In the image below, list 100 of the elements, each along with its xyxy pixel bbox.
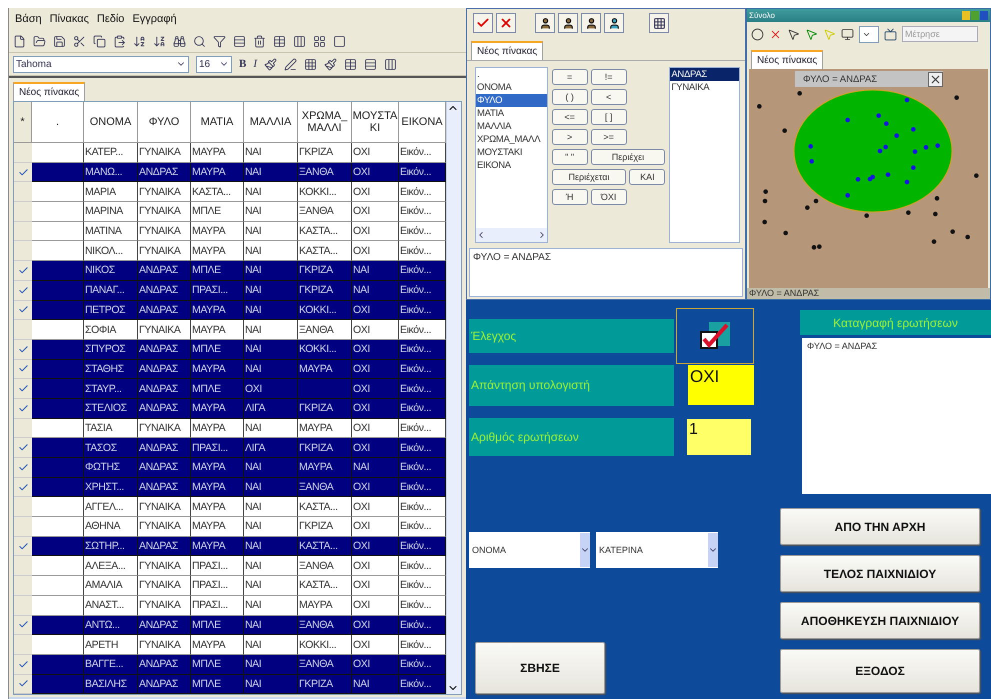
operator-button[interactable]: <=	[552, 109, 588, 125]
border-icon[interactable]	[304, 58, 318, 70]
game-button[interactable]: ΕΞΟΔΟΣ	[780, 649, 980, 693]
operator-button[interactable]: >=	[590, 129, 627, 145]
operator-button[interactable]: !=	[590, 69, 627, 85]
display-icon[interactable]	[841, 28, 854, 40]
person-icon[interactable]	[581, 13, 601, 33]
row-selector[interactable]	[14, 300, 32, 320]
form-icon[interactable]	[333, 34, 346, 48]
tab[interactable]: Νέος πίνακας	[751, 50, 824, 69]
table-icon[interactable]	[649, 13, 669, 33]
row-selector[interactable]	[14, 280, 32, 300]
tab[interactable]: Νέος πίνακας	[13, 82, 86, 101]
operator-button[interactable]: >	[552, 129, 588, 145]
window-controls-icon[interactable]	[962, 11, 988, 20]
row-selector[interactable]	[14, 654, 32, 675]
font-select[interactable]: Tahoma	[13, 56, 189, 72]
rows-icon[interactable]	[233, 34, 246, 48]
tab[interactable]: Νέος πίνακας	[471, 41, 544, 60]
check-icon[interactable]	[18, 658, 28, 670]
operator-button[interactable]: [ ]	[590, 109, 627, 125]
expression-field[interactable]: ΦΥΛΟ = ΑΝΔΡΑΣ	[469, 248, 743, 297]
game-button[interactable]: ΤΕΛΟΣ ΠΑΙΧΝΙΔΙΟΥ	[780, 555, 980, 592]
search-icon[interactable]	[193, 34, 206, 48]
row-selector[interactable]	[14, 398, 32, 419]
check-icon[interactable]	[18, 284, 28, 296]
delete-icon[interactable]	[253, 34, 266, 48]
sort-descending-icon[interactable]	[153, 34, 166, 48]
row-selector[interactable]	[14, 340, 32, 360]
folder-icon[interactable]	[33, 34, 46, 48]
field-item[interactable]: ΟΝΟΜΑ	[476, 81, 547, 94]
field-item[interactable]: ΦΥΛΟ	[476, 94, 547, 107]
row-selector[interactable]	[14, 458, 32, 478]
operator-button[interactable]: Ή	[552, 189, 588, 205]
grid-icon[interactable]	[313, 34, 326, 48]
operator-button[interactable]: Περιέχεται	[552, 169, 626, 185]
field-item[interactable]: ΜΑΛΛΙΑ	[476, 120, 547, 133]
filter-icon[interactable]	[213, 34, 226, 48]
operator-button[interactable]: ΌΧΙ	[590, 189, 627, 205]
operator-button[interactable]: <	[590, 89, 627, 105]
scrollbar[interactable]	[476, 228, 547, 242]
field-item[interactable]: ΜΟΥΣΤΑΚΙ	[476, 146, 547, 159]
clear-button[interactable]: ΣΒΗΣΕ	[475, 642, 605, 694]
game-button[interactable]: ΑΠΟ ΤΗΝ ΑΡΧΗ	[780, 508, 980, 545]
pen-icon[interactable]	[284, 58, 298, 70]
binoculars-icon[interactable]	[173, 34, 186, 48]
row-selector[interactable]	[14, 616, 32, 636]
check-button[interactable]	[676, 308, 754, 364]
row-selector[interactable]	[14, 360, 32, 380]
row-selector[interactable]	[14, 478, 32, 498]
check-icon[interactable]	[18, 462, 28, 473]
check-icon[interactable]	[18, 344, 28, 355]
field-item[interactable]: .	[476, 68, 547, 81]
sort-ascending-icon[interactable]	[133, 34, 146, 48]
columns-icon[interactable]	[293, 34, 306, 48]
value-item[interactable]: ΑΝΔΡΑΣ	[670, 68, 739, 81]
person-icon[interactable]	[604, 13, 624, 33]
check-icon[interactable]	[18, 264, 28, 276]
close-icon[interactable]	[928, 72, 943, 86]
close-button[interactable]	[496, 13, 516, 33]
row-selector[interactable]	[14, 674, 32, 694]
person-icon[interactable]	[558, 13, 578, 33]
cut-icon[interactable]	[73, 34, 86, 48]
row-selector[interactable]	[14, 536, 32, 556]
value-item[interactable]: ΓΥΝΑΙΚΑ	[670, 81, 739, 94]
operator-button[interactable]: " "	[552, 149, 588, 165]
menu-item[interactable]: Πεδίο	[96, 13, 124, 25]
count-field[interactable]: Μέτρησε	[902, 26, 978, 42]
scrollbar[interactable]	[446, 102, 461, 694]
game-button[interactable]: ΑΠΟΘΗΚΕΥΣΗ ΠΑΙΧΝΙΔΙΟΥ	[780, 602, 980, 639]
row-selector[interactable]	[14, 162, 32, 182]
bold-button[interactable]: B	[239, 58, 246, 70]
operator-button[interactable]: =	[552, 69, 588, 85]
table-icon[interactable]	[344, 58, 358, 70]
operator-button[interactable]: Περιέχει	[590, 149, 666, 165]
rows-icon[interactable]	[364, 58, 378, 70]
menu-item[interactable]: Βάση	[15, 13, 42, 25]
save-icon[interactable]	[53, 34, 66, 48]
field-item[interactable]: ΕΙΚΟΝΑ	[476, 159, 547, 172]
table-icon[interactable]	[273, 34, 286, 48]
field-select[interactable]: ΟΝΟΜΑ	[469, 532, 590, 568]
menu-item[interactable]: Πίνακας	[50, 13, 89, 25]
row-selector[interactable]	[14, 379, 32, 399]
ellipse-icon[interactable]	[751, 28, 764, 40]
confirm-button[interactable]	[473, 13, 493, 33]
new-file-icon[interactable]	[13, 34, 26, 48]
screen-icon[interactable]	[884, 28, 897, 40]
italic-button[interactable]: I	[253, 58, 258, 70]
person-icon[interactable]	[535, 13, 555, 33]
value-select[interactable]: ΚΑΤΕΡΙΝΑ	[596, 532, 718, 568]
check-icon[interactable]	[18, 482, 28, 493]
field-item[interactable]: ΧΡΩΜΑ_ΜΑΛΛ	[476, 133, 547, 146]
field-item[interactable]: ΜΑΤΙΑ	[476, 107, 547, 120]
check-icon[interactable]	[18, 402, 28, 414]
pointer-icon[interactable]	[787, 28, 800, 40]
check-icon[interactable]	[18, 166, 28, 178]
paste-icon[interactable]	[113, 34, 126, 48]
row-selector[interactable]	[14, 261, 32, 281]
operator-button[interactable]: ( )	[552, 89, 588, 105]
fill-color-icon[interactable]	[264, 58, 278, 70]
